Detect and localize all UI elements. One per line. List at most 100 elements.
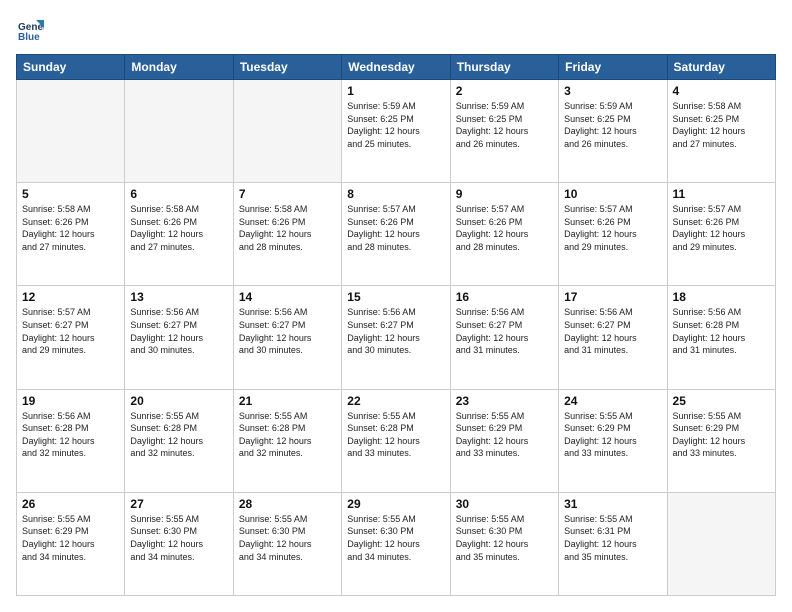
calendar-header-friday: Friday (559, 55, 667, 80)
day-info: Sunrise: 5:59 AM Sunset: 6:25 PM Dayligh… (564, 100, 661, 150)
day-info: Sunrise: 5:57 AM Sunset: 6:26 PM Dayligh… (673, 203, 770, 253)
day-info: Sunrise: 5:56 AM Sunset: 6:27 PM Dayligh… (456, 306, 553, 356)
calendar-cell: 15 Sunrise: 5:56 AM Sunset: 6:27 PM Dayli… (342, 286, 450, 389)
day-info: Sunrise: 5:57 AM Sunset: 6:26 PM Dayligh… (347, 203, 444, 253)
calendar-header-sunday: Sunday (17, 55, 125, 80)
day-info: Sunrise: 5:57 AM Sunset: 6:27 PM Dayligh… (22, 306, 119, 356)
day-info: Sunrise: 5:58 AM Sunset: 6:26 PM Dayligh… (239, 203, 336, 253)
day-number: 4 (673, 84, 770, 98)
calendar-cell: 17 Sunrise: 5:56 AM Sunset: 6:27 PM Dayli… (559, 286, 667, 389)
week-row-3: 19 Sunrise: 5:56 AM Sunset: 6:28 PM Dayli… (17, 389, 776, 492)
day-number: 7 (239, 187, 336, 201)
calendar-cell: 18 Sunrise: 5:56 AM Sunset: 6:28 PM Dayli… (667, 286, 775, 389)
calendar-header-monday: Monday (125, 55, 233, 80)
day-number: 26 (22, 497, 119, 511)
day-number: 18 (673, 290, 770, 304)
calendar-cell: 12 Sunrise: 5:57 AM Sunset: 6:27 PM Dayli… (17, 286, 125, 389)
day-info: Sunrise: 5:58 AM Sunset: 6:25 PM Dayligh… (673, 100, 770, 150)
calendar-header-tuesday: Tuesday (233, 55, 341, 80)
calendar-cell: 19 Sunrise: 5:56 AM Sunset: 6:28 PM Dayli… (17, 389, 125, 492)
day-number: 15 (347, 290, 444, 304)
day-info: Sunrise: 5:59 AM Sunset: 6:25 PM Dayligh… (456, 100, 553, 150)
day-number: 1 (347, 84, 444, 98)
day-number: 22 (347, 394, 444, 408)
calendar-cell: 8Sunrise: 5:57 AM Sunset: 6:26 PM Daylig… (342, 183, 450, 286)
day-number: 14 (239, 290, 336, 304)
calendar-cell: 29 Sunrise: 5:55 AM Sunset: 6:30 PM Dayli… (342, 492, 450, 595)
day-info: Sunrise: 5:56 AM Sunset: 6:27 PM Dayligh… (130, 306, 227, 356)
calendar-cell: 16 Sunrise: 5:56 AM Sunset: 6:27 PM Dayli… (450, 286, 558, 389)
day-number: 30 (456, 497, 553, 511)
day-info: Sunrise: 5:56 AM Sunset: 6:27 PM Dayligh… (564, 306, 661, 356)
day-number: 6 (130, 187, 227, 201)
day-info: Sunrise: 5:55 AM Sunset: 6:30 PM Dayligh… (347, 513, 444, 563)
logo-icon: General Blue (16, 16, 44, 44)
calendar-cell: 4 Sunrise: 5:58 AM Sunset: 6:25 PM Daylig… (667, 80, 775, 183)
calendar-header-wednesday: Wednesday (342, 55, 450, 80)
calendar-cell: 30 Sunrise: 5:55 AM Sunset: 6:30 PM Dayli… (450, 492, 558, 595)
day-info: Sunrise: 5:55 AM Sunset: 6:29 PM Dayligh… (673, 410, 770, 460)
calendar-cell: 25 Sunrise: 5:55 AM Sunset: 6:29 PM Dayli… (667, 389, 775, 492)
day-number: 29 (347, 497, 444, 511)
calendar-cell (17, 80, 125, 183)
day-info: Sunrise: 5:55 AM Sunset: 6:28 PM Dayligh… (347, 410, 444, 460)
calendar-header-thursday: Thursday (450, 55, 558, 80)
day-info: Sunrise: 5:56 AM Sunset: 6:28 PM Dayligh… (673, 306, 770, 356)
day-info: Sunrise: 5:55 AM Sunset: 6:30 PM Dayligh… (130, 513, 227, 563)
calendar-cell: 5Sunrise: 5:58 AM Sunset: 6:26 PM Daylig… (17, 183, 125, 286)
calendar-cell (233, 80, 341, 183)
day-info: Sunrise: 5:55 AM Sunset: 6:30 PM Dayligh… (456, 513, 553, 563)
day-number: 13 (130, 290, 227, 304)
calendar-cell (125, 80, 233, 183)
day-number: 31 (564, 497, 661, 511)
day-number: 11 (673, 187, 770, 201)
day-info: Sunrise: 5:57 AM Sunset: 6:26 PM Dayligh… (456, 203, 553, 253)
day-number: 23 (456, 394, 553, 408)
day-number: 12 (22, 290, 119, 304)
day-info: Sunrise: 5:56 AM Sunset: 6:27 PM Dayligh… (239, 306, 336, 356)
calendar-cell: 23 Sunrise: 5:55 AM Sunset: 6:29 PM Dayli… (450, 389, 558, 492)
day-info: Sunrise: 5:55 AM Sunset: 6:28 PM Dayligh… (239, 410, 336, 460)
calendar-cell: 10 Sunrise: 5:57 AM Sunset: 6:26 PM Dayli… (559, 183, 667, 286)
day-info: Sunrise: 5:55 AM Sunset: 6:30 PM Dayligh… (239, 513, 336, 563)
week-row-1: 5 Sunrise: 5:58 AM Sunset: 6:26 PM Daylig… (17, 183, 776, 286)
calendar-cell: 21 Sunrise: 5:55 AM Sunset: 6:28 PM Dayli… (233, 389, 341, 492)
day-number: 28 (239, 497, 336, 511)
day-info: Sunrise: 5:58 AM Sunset: 6:26 PM Dayligh… (130, 203, 227, 253)
day-number: 2 (456, 84, 553, 98)
day-info: Sunrise: 5:55 AM Sunset: 6:29 PM Dayligh… (564, 410, 661, 460)
day-info: Sunrise: 5:55 AM Sunset: 6:31 PM Dayligh… (564, 513, 661, 563)
day-number: 9 (456, 187, 553, 201)
calendar-cell: 27 Sunrise: 5:55 AM Sunset: 6:30 PM Dayli… (125, 492, 233, 595)
calendar-cell: 26Sunrise: 5:55 AM Sunset: 6:29 PM Dayli… (17, 492, 125, 595)
calendar-cell: 20Sunrise: 5:55 AM Sunset: 6:28 PM Dayli… (125, 389, 233, 492)
day-number: 19 (22, 394, 119, 408)
page: General Blue SundayMondayTuesdayWednesda… (0, 0, 792, 612)
calendar-cell: 24 Sunrise: 5:55 AM Sunset: 6:29 PM Dayli… (559, 389, 667, 492)
day-info: Sunrise: 5:56 AM Sunset: 6:28 PM Dayligh… (22, 410, 119, 460)
day-number: 5 (22, 187, 119, 201)
day-number: 16 (456, 290, 553, 304)
day-number: 27 (130, 497, 227, 511)
calendar-cell: 7 Sunrise: 5:58 AM Sunset: 6:26 PM Daylig… (233, 183, 341, 286)
day-number: 3 (564, 84, 661, 98)
day-number: 24 (564, 394, 661, 408)
calendar-cell: 28 Sunrise: 5:55 AM Sunset: 6:30 PM Dayli… (233, 492, 341, 595)
day-number: 10 (564, 187, 661, 201)
calendar-cell: 14 Sunrise: 5:56 AM Sunset: 6:27 PM Dayli… (233, 286, 341, 389)
calendar-cell: 31 Sunrise: 5:55 AM Sunset: 6:31 PM Dayli… (559, 492, 667, 595)
calendar-cell: 9 Sunrise: 5:57 AM Sunset: 6:26 PM Daylig… (450, 183, 558, 286)
day-info: Sunrise: 5:55 AM Sunset: 6:29 PM Dayligh… (456, 410, 553, 460)
week-row-4: 26Sunrise: 5:55 AM Sunset: 6:29 PM Dayli… (17, 492, 776, 595)
day-info: Sunrise: 5:57 AM Sunset: 6:26 PM Dayligh… (564, 203, 661, 253)
day-number: 21 (239, 394, 336, 408)
calendar-cell: 3 Sunrise: 5:59 AM Sunset: 6:25 PM Daylig… (559, 80, 667, 183)
logo: General Blue (16, 16, 48, 44)
calendar-header-saturday: Saturday (667, 55, 775, 80)
day-number: 25 (673, 394, 770, 408)
calendar-cell: 13 Sunrise: 5:56 AM Sunset: 6:27 PM Dayli… (125, 286, 233, 389)
calendar-cell: 1Sunrise: 5:59 AM Sunset: 6:25 PM Daylig… (342, 80, 450, 183)
day-number: 17 (564, 290, 661, 304)
week-row-0: 1 Sunrise: 5:59 AM Sunset: 6:25 PM Daylig… (17, 80, 776, 183)
day-info: Sunrise: 5:56 AM Sunset: 6:27 PM Dayligh… (347, 306, 444, 356)
